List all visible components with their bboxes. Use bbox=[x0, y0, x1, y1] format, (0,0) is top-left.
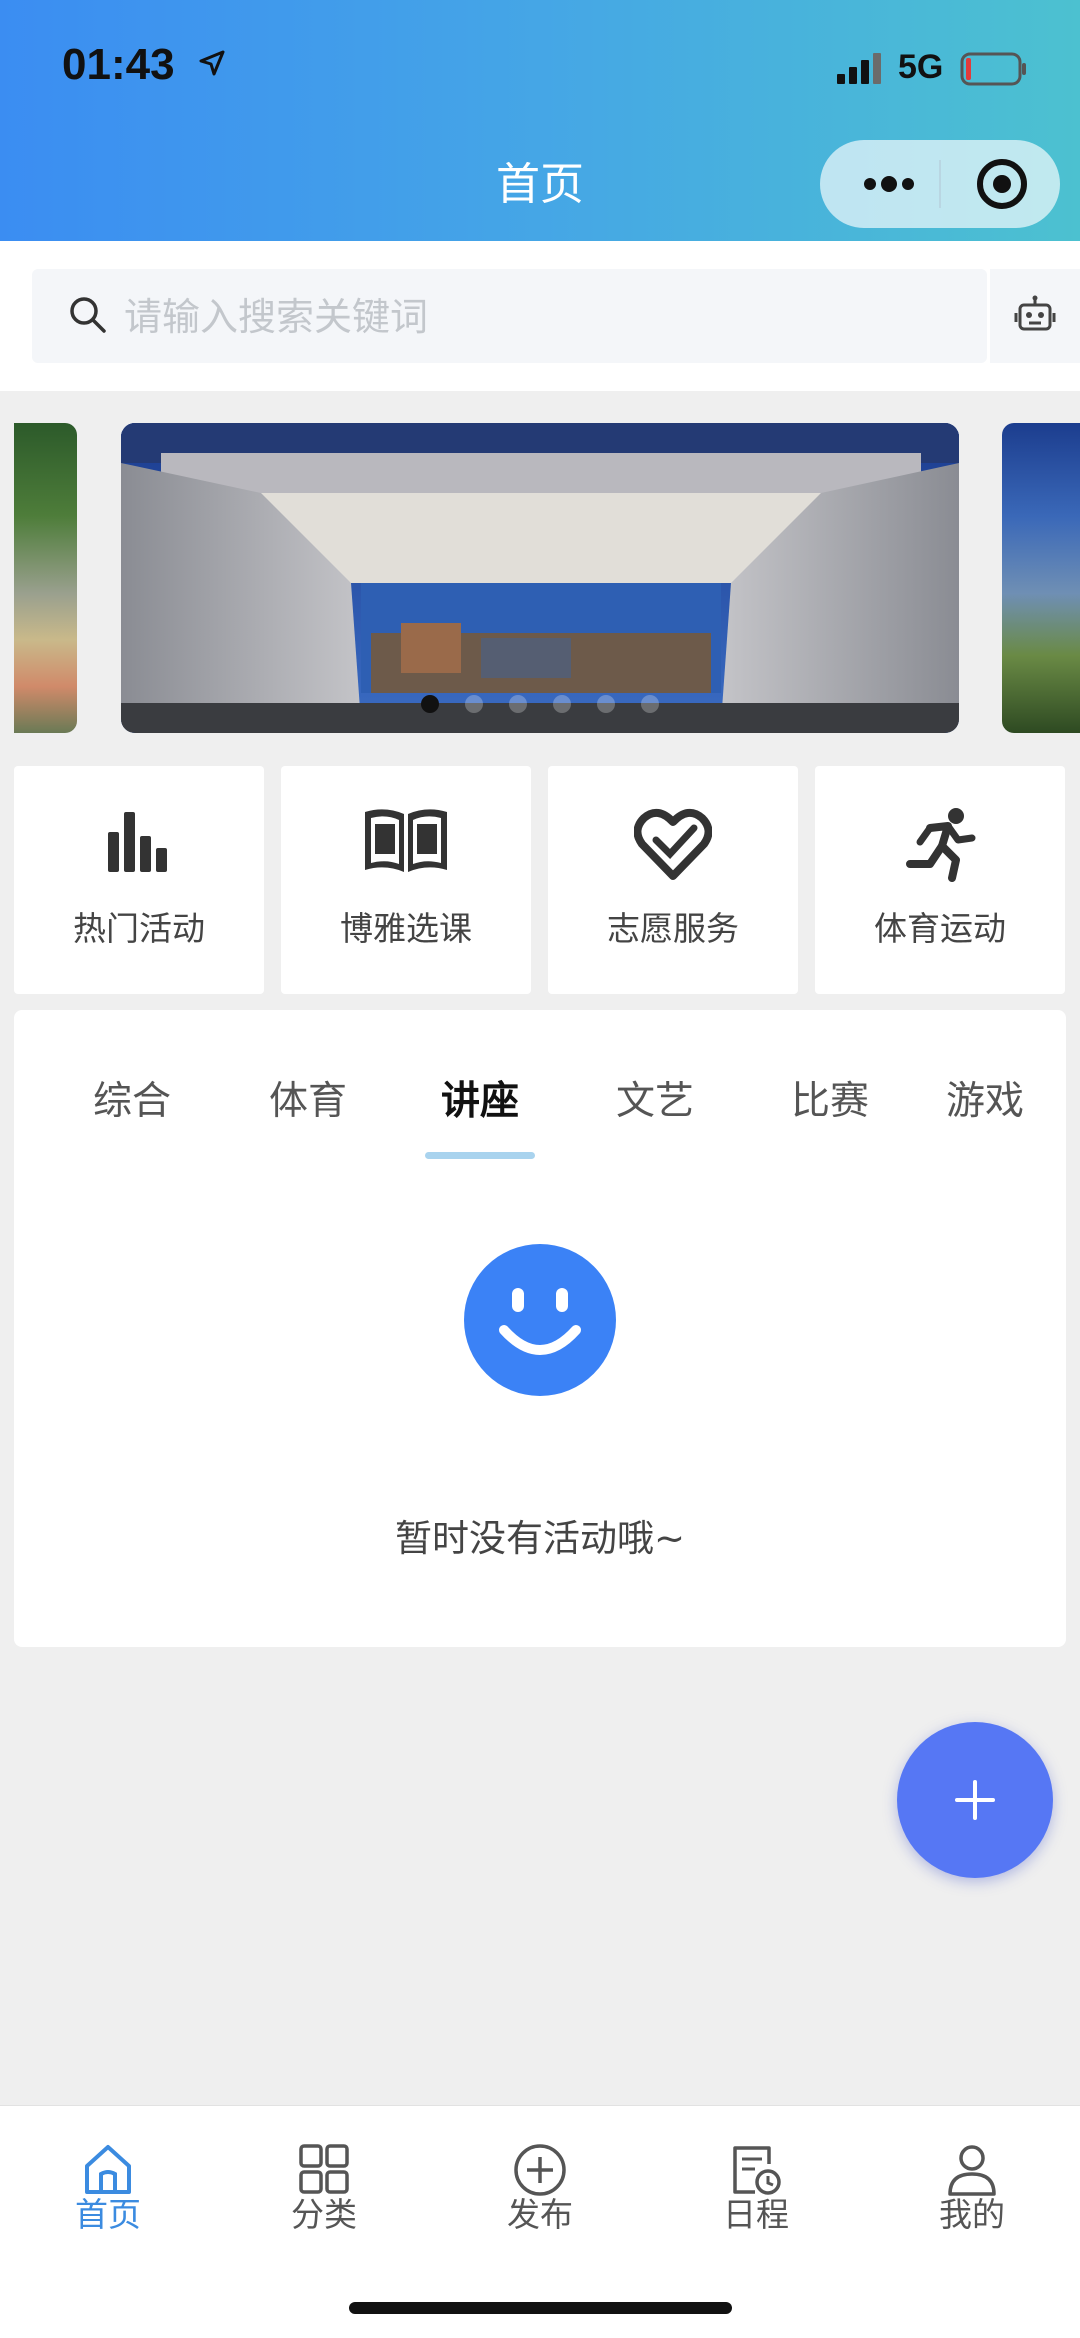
banner-dot[interactable] bbox=[597, 695, 615, 713]
search-box[interactable] bbox=[32, 269, 987, 365]
nav-publish[interactable]: 发布 bbox=[432, 2106, 648, 2256]
nav-label: 我的 bbox=[939, 2195, 1005, 2234]
tab-sports[interactable]: 体育 bbox=[233, 1070, 383, 1126]
quick-entry-label: 热门活动 bbox=[73, 909, 205, 948]
activity-panel: 综合 体育 讲座 文艺 比赛 游戏 暂时没有活动哦~ bbox=[14, 1010, 1066, 1647]
banner-dot[interactable] bbox=[553, 695, 571, 713]
nav-home[interactable]: 首页 bbox=[0, 2106, 216, 2256]
signal-icon bbox=[835, 52, 885, 88]
tab-games[interactable]: 游戏 bbox=[928, 1070, 1066, 1126]
nav-label: 首页 bbox=[75, 2195, 141, 2234]
quick-entry-course-selection[interactable]: 博雅选课 bbox=[281, 766, 531, 994]
banner-prev-slide[interactable] bbox=[14, 423, 77, 733]
nav-label: 发布 bbox=[507, 2195, 573, 2234]
quick-entry-hot-activities[interactable]: 热门活动 bbox=[14, 766, 264, 994]
running-icon bbox=[815, 806, 1065, 886]
robot-assistant-button[interactable] bbox=[990, 269, 1080, 363]
nav-schedule[interactable]: 日程 bbox=[648, 2106, 864, 2256]
banner-indicator bbox=[121, 695, 959, 715]
nav-category[interactable]: 分类 bbox=[216, 2106, 432, 2256]
quick-entry-label: 博雅选课 bbox=[340, 909, 472, 948]
tab-competitions[interactable]: 比赛 bbox=[755, 1070, 905, 1126]
home-indicator bbox=[349, 2302, 732, 2314]
banner-dot[interactable] bbox=[509, 695, 527, 713]
campus-building-image bbox=[121, 423, 959, 733]
tab-arts[interactable]: 文艺 bbox=[580, 1070, 730, 1126]
empty-state-text: 暂时没有活动哦~ bbox=[394, 1517, 685, 1560]
location-arrow-icon bbox=[197, 48, 227, 82]
status-time: 01:43 bbox=[62, 40, 175, 89]
plus-icon bbox=[955, 1780, 995, 1820]
heart-hand-icon bbox=[548, 806, 798, 886]
quick-entry-label: 体育运动 bbox=[874, 909, 1006, 948]
network-label: 5G bbox=[898, 48, 944, 86]
header-bar: 01:43 5G 首页 bbox=[0, 0, 1080, 241]
robot-icon bbox=[1014, 295, 1056, 331]
quick-entry-sports[interactable]: 体育运动 bbox=[815, 766, 1065, 994]
quick-entry-label: 志愿服务 bbox=[607, 909, 739, 948]
tab-general[interactable]: 综合 bbox=[57, 1070, 207, 1126]
banner-slide[interactable] bbox=[121, 423, 959, 733]
search-icon bbox=[68, 295, 108, 339]
bar-chart-icon bbox=[14, 806, 264, 886]
book-icon bbox=[281, 806, 531, 886]
miniprogram-capsule bbox=[820, 140, 1060, 228]
more-icon[interactable] bbox=[862, 164, 916, 208]
add-activity-button[interactable] bbox=[897, 1722, 1053, 1878]
active-tab-indicator bbox=[425, 1152, 535, 1159]
banner-dot[interactable] bbox=[641, 695, 659, 713]
smile-face-icon bbox=[464, 1244, 616, 1400]
capsule-divider bbox=[939, 160, 941, 208]
battery-icon bbox=[960, 52, 1028, 90]
nav-profile[interactable]: 我的 bbox=[864, 2106, 1080, 2256]
quick-entry-volunteer-service[interactable]: 志愿服务 bbox=[548, 766, 798, 994]
nav-label: 日程 bbox=[723, 2195, 789, 2234]
close-target-icon[interactable] bbox=[974, 156, 1030, 216]
banner-next-slide[interactable] bbox=[1002, 423, 1080, 733]
category-tabs: 综合 体育 讲座 文艺 比赛 游戏 bbox=[14, 1070, 1066, 1150]
nav-label: 分类 bbox=[291, 2195, 357, 2234]
banner-dot[interactable] bbox=[465, 695, 483, 713]
tab-lectures[interactable]: 讲座 bbox=[405, 1070, 555, 1126]
search-section bbox=[0, 241, 1080, 391]
banner-dot[interactable] bbox=[421, 695, 439, 713]
search-input[interactable] bbox=[122, 269, 926, 365]
